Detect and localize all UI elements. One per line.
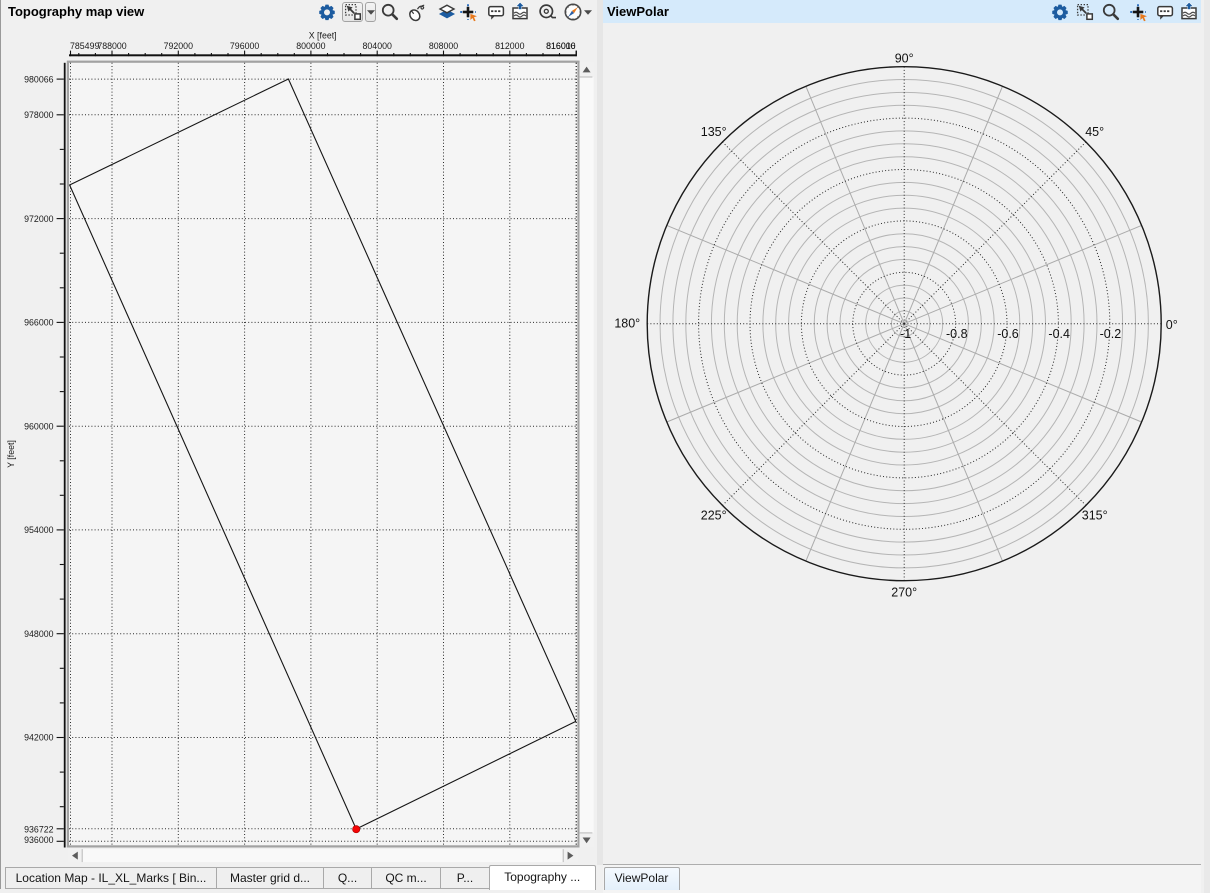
svg-text:785499: 785499	[70, 41, 99, 51]
svg-text:0°: 0°	[1166, 318, 1178, 332]
svg-text:Y [feet]: Y [feet]	[6, 440, 16, 468]
svg-text:808000: 808000	[429, 41, 458, 51]
svg-text:972000: 972000	[24, 214, 53, 224]
svg-text:792000: 792000	[164, 41, 193, 51]
svg-text:788000: 788000	[97, 41, 126, 51]
svg-text:936722: 936722	[24, 825, 53, 835]
svg-text:45°: 45°	[1085, 125, 1104, 139]
svg-text:796000: 796000	[230, 41, 259, 51]
svg-text:90°: 90°	[895, 52, 914, 66]
svg-text:960000: 960000	[24, 421, 53, 431]
svg-text:315°: 315°	[1082, 509, 1108, 523]
svg-text:-0.4: -0.4	[1048, 327, 1070, 341]
svg-text:180°: 180°	[614, 317, 640, 331]
svg-text:-1: -1	[900, 327, 911, 341]
svg-text:948000: 948000	[24, 629, 53, 639]
svg-text:225°: 225°	[701, 509, 727, 523]
svg-text:942000: 942000	[24, 733, 53, 743]
svg-text:-0.8: -0.8	[946, 327, 968, 341]
svg-text:135°: 135°	[701, 125, 727, 139]
svg-text:980066: 980066	[24, 74, 53, 84]
svg-text:270°: 270°	[891, 586, 917, 600]
svg-text:-0.6: -0.6	[997, 327, 1019, 341]
svg-text:978000: 978000	[24, 110, 53, 120]
svg-text:954000: 954000	[24, 525, 53, 535]
svg-text:804000: 804000	[363, 41, 392, 51]
svg-text:966000: 966000	[24, 318, 53, 328]
svg-text:800000: 800000	[296, 41, 325, 51]
svg-text:936000: 936000	[24, 835, 53, 845]
svg-text:812000: 812000	[495, 41, 524, 51]
svg-text:X [feet]: X [feet]	[309, 31, 337, 41]
svg-text:816016: 816016	[546, 41, 575, 51]
svg-text:-0.2: -0.2	[1100, 327, 1122, 341]
